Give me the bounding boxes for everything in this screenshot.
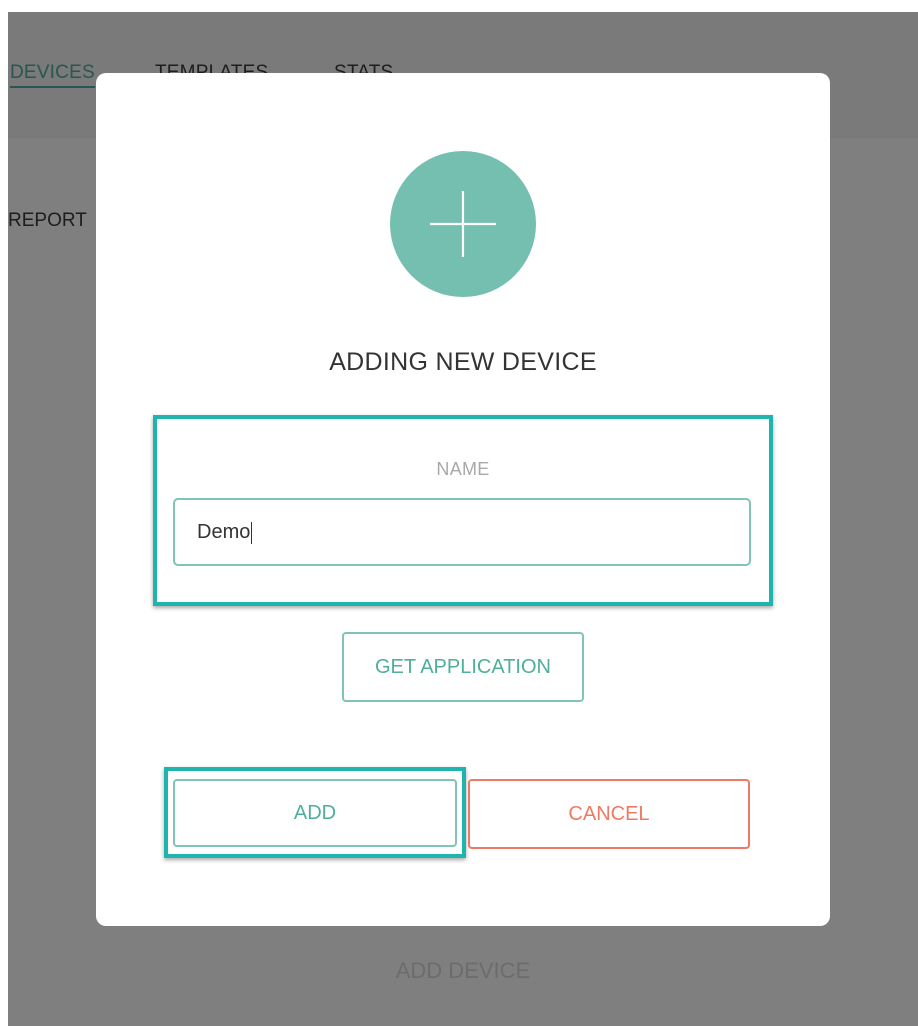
plus-icon (430, 191, 496, 257)
name-field-highlight: NAME Demo (153, 415, 773, 606)
device-name-input[interactable]: Demo (173, 498, 751, 566)
app-screen: DEVICES TEMPLATES STATS REPORT ADD DEVIC… (8, 12, 918, 1026)
add-button-highlight: ADD (164, 767, 466, 858)
add-button[interactable]: ADD (173, 779, 457, 847)
device-name-value: Demo (197, 521, 251, 543)
cancel-button[interactable]: CANCEL (468, 779, 750, 849)
get-application-button[interactable]: GET APPLICATION (342, 632, 584, 702)
add-circle-icon (390, 151, 536, 297)
text-cursor (251, 521, 253, 544)
name-label: NAME (436, 459, 490, 479)
add-device-dialog: ADDING NEW DEVICE NAME Demo GET APPLICAT… (96, 73, 830, 926)
dialog-title: ADDING NEW DEVICE (329, 348, 597, 376)
